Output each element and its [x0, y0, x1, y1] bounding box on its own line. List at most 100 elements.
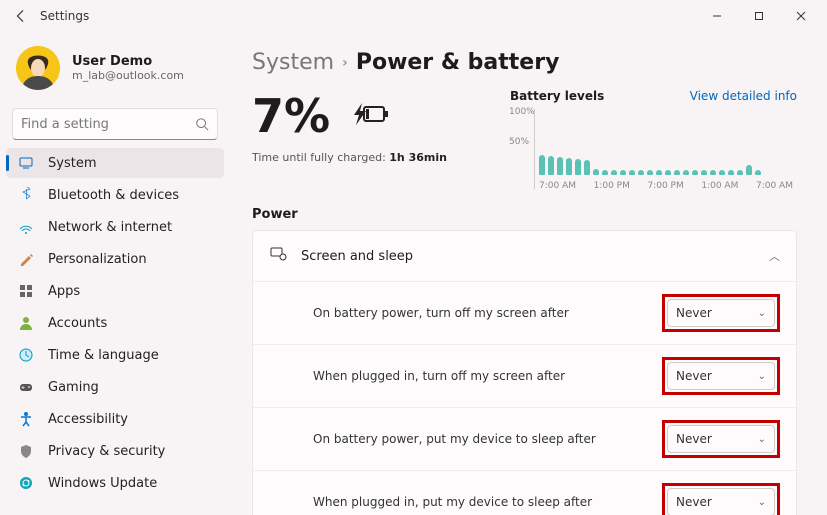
- nav-label: Bluetooth & devices: [48, 188, 179, 203]
- battery-charging-icon: [344, 99, 390, 133]
- nav-label: Windows Update: [48, 476, 157, 491]
- setting-row-screen-battery: On battery power, turn off my screen aft…: [253, 281, 796, 344]
- user-email: m_lab@outlook.com: [72, 69, 184, 82]
- setting-label: On battery power, turn off my screen aft…: [313, 306, 569, 320]
- chart-bar: [755, 170, 761, 175]
- chart-bar: [719, 170, 725, 175]
- nav-apps[interactable]: Apps: [6, 276, 224, 306]
- profile-block[interactable]: User Demo m_lab@outlook.com: [6, 40, 224, 102]
- setting-row-screen-plugged: When plugged in, turn off my screen afte…: [253, 344, 796, 407]
- screen-battery-select[interactable]: Never⌄: [667, 299, 775, 327]
- breadcrumb-parent[interactable]: System: [252, 50, 334, 75]
- chart-title: Battery levels: [510, 89, 604, 103]
- battery-percent: 7%: [252, 89, 330, 143]
- chevron-down-icon: ⌄: [758, 371, 766, 382]
- chevron-down-icon: ⌄: [758, 497, 766, 508]
- battery-chart: 100% 50% 7:00 AM 1:00 PM 7:00 PM 1:00 AM…: [534, 109, 797, 189]
- charge-time-text: Time until fully charged: 1h 36min: [252, 151, 482, 164]
- search-input[interactable]: Find a setting: [12, 108, 218, 140]
- nav-system[interactable]: System: [6, 148, 224, 178]
- nav-label: Privacy & security: [48, 444, 165, 459]
- chart-bar: [557, 157, 563, 175]
- screen-sleep-header[interactable]: Screen and sleep ︿: [253, 231, 796, 281]
- system-icon: [18, 155, 34, 171]
- window-title: Settings: [40, 9, 89, 23]
- back-button[interactable]: [6, 1, 36, 31]
- nav-label: Gaming: [48, 380, 99, 395]
- nav-privacy[interactable]: Privacy & security: [6, 436, 224, 466]
- nav-time[interactable]: Time & language: [6, 340, 224, 370]
- update-icon: [18, 475, 34, 491]
- chart-bar: [593, 169, 599, 175]
- chart-bar: [701, 170, 707, 175]
- chart-bar: [710, 170, 716, 175]
- time-icon: [18, 347, 34, 363]
- privacy-icon: [18, 443, 34, 459]
- chart-bar: [539, 155, 545, 175]
- nav-label: System: [48, 156, 96, 171]
- nav-accessibility[interactable]: Accessibility: [6, 404, 224, 434]
- accessibility-icon: [18, 411, 34, 427]
- nav-label: Accounts: [48, 316, 107, 331]
- chart-bar: [629, 170, 635, 175]
- sleep-battery-select[interactable]: Never⌄: [667, 425, 775, 453]
- setting-label: On battery power, put my device to sleep…: [313, 432, 596, 446]
- maximize-button[interactable]: [739, 1, 779, 31]
- chart-bar: [665, 170, 671, 175]
- network-icon: [18, 219, 34, 235]
- chart-bar: [656, 170, 662, 175]
- section-power-heading: Power: [252, 207, 797, 222]
- chevron-down-icon: ⌄: [758, 434, 766, 445]
- setting-row-sleep-plugged: When plugged in, put my device to sleep …: [253, 470, 796, 515]
- screen-plugged-select[interactable]: Never⌄: [667, 362, 775, 390]
- nav-gaming[interactable]: Gaming: [6, 372, 224, 402]
- chart-bar: [602, 170, 608, 175]
- chevron-up-icon: ︿: [769, 248, 780, 264]
- nav-label: Accessibility: [48, 412, 128, 427]
- chevron-down-icon: ⌄: [758, 308, 766, 319]
- nav-label: Personalization: [48, 252, 147, 267]
- chart-bar: [728, 170, 734, 175]
- chart-bar: [683, 170, 689, 175]
- setting-row-sleep-battery: On battery power, put my device to sleep…: [253, 407, 796, 470]
- chevron-right-icon: ›: [342, 55, 348, 71]
- search-icon: [195, 117, 209, 131]
- chart-bar: [566, 158, 572, 176]
- card-title: Screen and sleep: [301, 249, 413, 264]
- view-detailed-link[interactable]: View detailed info: [690, 89, 797, 103]
- setting-label: When plugged in, turn off my screen afte…: [313, 369, 565, 383]
- page-title: Power & battery: [356, 50, 560, 75]
- nav-personalization[interactable]: Personalization: [6, 244, 224, 274]
- nav-label: Time & language: [48, 348, 159, 363]
- accounts-icon: [18, 315, 34, 331]
- nav-label: Network & internet: [48, 220, 172, 235]
- setting-label: When plugged in, put my device to sleep …: [313, 495, 592, 509]
- close-button[interactable]: [781, 1, 821, 31]
- bluetooth-icon: [18, 187, 34, 203]
- personalization-icon: [18, 251, 34, 267]
- chart-bar: [746, 165, 752, 175]
- breadcrumb: System › Power & battery: [252, 50, 797, 75]
- nav-network[interactable]: Network & internet: [6, 212, 224, 242]
- chart-bar: [737, 170, 743, 175]
- chart-bar: [548, 156, 554, 175]
- gaming-icon: [18, 379, 34, 395]
- sleep-plugged-select[interactable]: Never⌄: [667, 488, 775, 515]
- apps-icon: [18, 283, 34, 299]
- chart-bar: [620, 170, 626, 175]
- chart-bar: [638, 170, 644, 175]
- minimize-button[interactable]: [697, 1, 737, 31]
- chart-bar: [575, 159, 581, 175]
- avatar: [16, 46, 60, 90]
- nav-update[interactable]: Windows Update: [6, 468, 224, 498]
- nav-accounts[interactable]: Accounts: [6, 308, 224, 338]
- chart-bar: [584, 160, 590, 175]
- chart-bar: [611, 170, 617, 175]
- chart-bar: [674, 170, 680, 175]
- nav-label: Apps: [48, 284, 80, 299]
- screen-sleep-icon: [269, 245, 287, 267]
- search-placeholder: Find a setting: [21, 117, 195, 132]
- chart-bar: [647, 170, 653, 175]
- user-name: User Demo: [72, 54, 184, 69]
- nav-bluetooth[interactable]: Bluetooth & devices: [6, 180, 224, 210]
